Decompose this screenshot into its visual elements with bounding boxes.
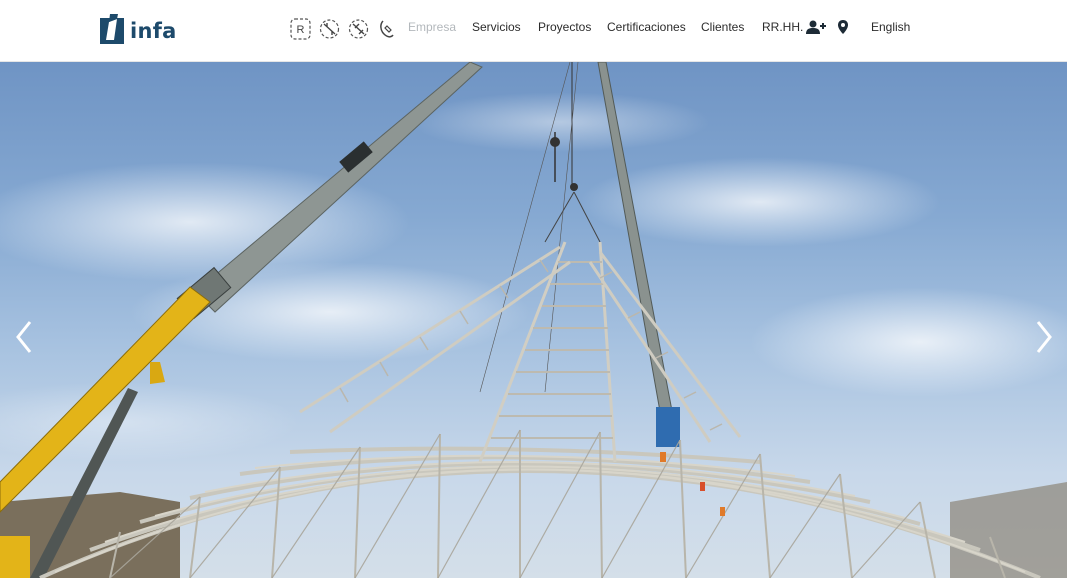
slider-next-button[interactable] [1028, 317, 1058, 357]
certification-badges: R [290, 18, 398, 40]
menu-item-certificaciones[interactable]: Certificaciones [607, 20, 686, 34]
menu-item-rrhh-label: RR.HH. [762, 20, 804, 34]
slider-prev-button[interactable] [10, 317, 40, 357]
top-navbar: infa R Empresa Servicios Proyectos Certi… [0, 0, 1067, 62]
quality-cert-icon[interactable] [319, 18, 340, 40]
menu-item-clientes[interactable]: Clientes [701, 20, 744, 34]
hero-slide-image [0, 62, 1067, 578]
menu-item-empresa[interactable]: Empresa [408, 20, 456, 34]
safety-cert-icon[interactable] [377, 18, 398, 40]
menu-item-servicios[interactable]: Servicios [472, 20, 521, 34]
chevron-right-icon [1036, 321, 1052, 353]
menu-item-proyectos[interactable]: Proyectos [538, 20, 591, 34]
map-pin-icon [838, 20, 848, 34]
registered-cert-icon[interactable]: R [290, 18, 311, 40]
hero-slider [0, 62, 1067, 578]
environment-cert-icon[interactable] [348, 18, 369, 40]
language-switch[interactable]: English [871, 20, 910, 34]
chevron-left-icon [16, 321, 32, 353]
brand-name: infa [130, 19, 177, 43]
menu-item-rrhh[interactable]: RR.HH. [762, 20, 827, 34]
menu-item-location[interactable] [838, 20, 848, 34]
svg-text:R: R [297, 24, 305, 36]
brand-logo[interactable]: infa [100, 13, 177, 45]
user-plus-icon [806, 20, 827, 34]
infa-logo-icon [100, 14, 124, 44]
